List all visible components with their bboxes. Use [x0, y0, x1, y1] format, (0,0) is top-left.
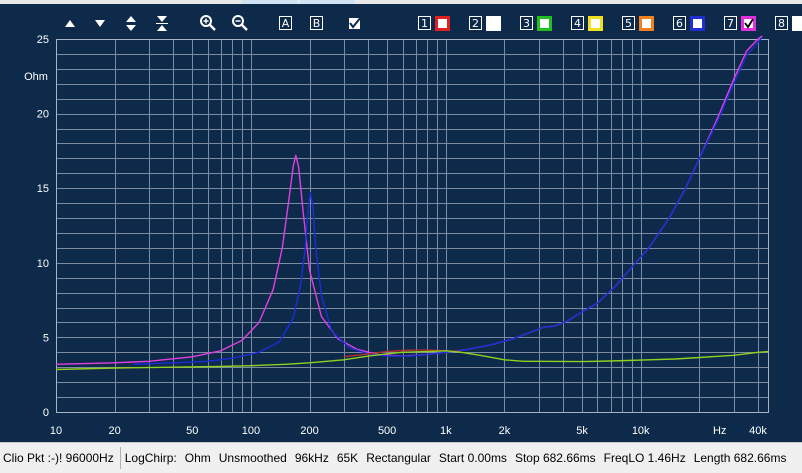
impedance-chart: 10 20 50 100 200 500 1k 2k 5k 10k 40k0510152025Ohm… [24, 15, 802, 437]
trace-toggle-1[interactable]: 1 [418, 16, 450, 31]
x-tick-label: 5k [576, 425, 588, 437]
x-tick-label: 100 [242, 425, 260, 437]
series-line-1 [55, 35, 763, 365]
arrow-down-icon[interactable] [95, 20, 105, 27]
status-rate: 96kHz [294, 451, 329, 465]
trace-toggle-2[interactable]: 2 [469, 16, 501, 31]
status-device: Clio Pkt :-)! 96000Hz [0, 447, 121, 469]
trace-toggle-7[interactable]: 7 [724, 16, 756, 31]
x-tick-label: 2k [499, 425, 511, 437]
x-axis-unit-label: Hz [713, 425, 726, 437]
compress-vertical-icon[interactable] [156, 16, 168, 31]
trace-toggle-5[interactable]: 5 [622, 16, 654, 31]
x-tick-label: 10 [50, 425, 62, 437]
status-window: Rectangular [366, 451, 431, 465]
trace-number: 5 [625, 17, 632, 30]
zoom-in-icon[interactable] [200, 15, 216, 31]
tick-labels: 10 20 50 100 200 500 1k 2k 5k 10k 40k 0 5 10 15 20 25 Ohm… [24, 34, 767, 437]
x-tick-label: 200 [300, 425, 318, 437]
series-layer [55, 35, 769, 371]
status-unit: Ohm [184, 451, 211, 465]
y-tick-label: 10 [37, 258, 49, 270]
marker-a-label: A [282, 17, 290, 30]
y-tick-label: 0 [43, 407, 49, 419]
status-freqlo: FreqLO 1.46Hz [603, 451, 686, 465]
y-axis-unit-label: Ohm [24, 71, 48, 83]
status-mode: LogChirp: [124, 451, 177, 465]
y-tick-label: 5 [43, 332, 49, 344]
status-stop: Stop 682.66ms [514, 451, 596, 465]
trace-number: 7 [727, 17, 734, 30]
series-line-2 [133, 37, 763, 365]
status-smoothing: Unsmoothed [218, 451, 287, 465]
arrow-up-icon[interactable] [65, 20, 75, 27]
trace-toggles[interactable]: 1 2 3 4 5 6 7 8 [418, 16, 802, 31]
status-size: 65K [336, 451, 359, 465]
trace-number: 2 [472, 17, 479, 30]
trace-number: 4 [574, 17, 581, 30]
trace-toggle-4[interactable]: 4 [571, 16, 603, 31]
x-tick-label: 10k [632, 425, 650, 437]
toolbar[interactable]: A B 1 2 3 4 5 6 7 8 [65, 15, 802, 31]
trace-number: 6 [676, 17, 683, 30]
expand-vertical-icon[interactable] [126, 16, 136, 31]
x-tick-label: 500 [378, 425, 396, 437]
x-tick-label: 20 [109, 425, 121, 437]
trace-color-swatch [588, 16, 603, 31]
trace-number: 8 [778, 17, 785, 30]
trace-color-swatch [486, 16, 501, 31]
trace-color-swatch [537, 16, 552, 31]
status-bar: Clio Pkt :-)! 96000Hz LogChirp: Ohm Unsm… [0, 442, 802, 473]
trace-toggle-3[interactable]: 3 [520, 16, 552, 31]
zoom-out-icon[interactable] [232, 15, 248, 31]
trace-color-swatch [639, 16, 654, 31]
y-tick-label: 15 [37, 183, 49, 195]
marker-a-icon[interactable]: A [279, 16, 292, 31]
trace-color-swatch [690, 16, 705, 31]
checkbox-icon[interactable] [349, 16, 362, 29]
trace-toggle-6[interactable]: 6 [673, 16, 705, 31]
marker-b-icon[interactable]: B [310, 16, 323, 31]
x-tick-label: 1k [440, 425, 452, 437]
plot-frame [56, 39, 769, 413]
trace-number: 1 [421, 17, 428, 30]
status-start: Start 0.00ms [438, 451, 507, 465]
plot-panel: 10 20 50 100 200 500 1k 2k 5k 10k 40k 0 5 10 15 20 25 Ohm… [0, 4, 802, 442]
x-tick-label: 40k [749, 425, 767, 437]
marker-b-label: B [313, 17, 321, 30]
x-tick-label: 50 [186, 425, 198, 437]
y-tick-label: 25 [37, 34, 49, 46]
trace-color-swatch [435, 16, 450, 31]
trace-color-swatch [792, 16, 802, 31]
status-length: Length 682.66ms [693, 451, 787, 465]
y-tick-label: 20 [37, 109, 49, 121]
trace-toggle-8[interactable]: 8 [775, 16, 802, 31]
trace-number: 3 [523, 17, 530, 30]
